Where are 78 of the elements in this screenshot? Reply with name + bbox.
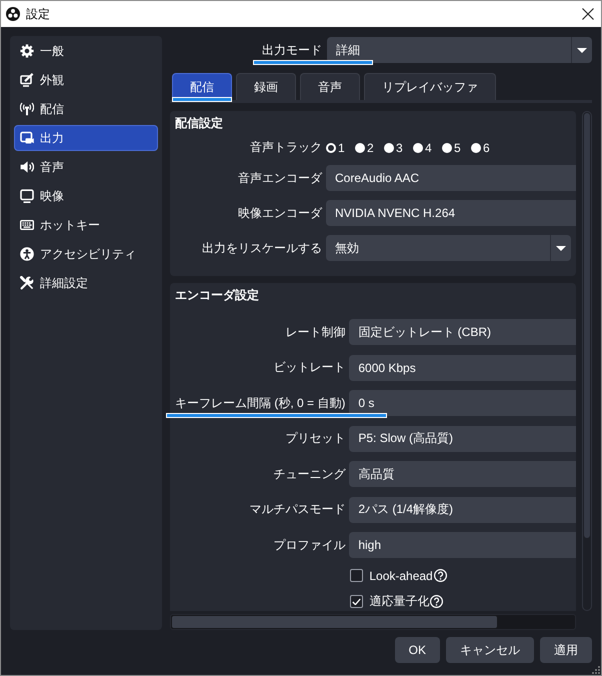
- input-field[interactable]: 2パス (1/4解像度): [349, 496, 576, 522]
- sidebar-item[interactable]: ホットキー: [14, 212, 158, 238]
- input-field[interactable]: P5: Slow (高品質): [349, 426, 576, 452]
- sidebar-item[interactable]: 詳細設定: [14, 270, 158, 296]
- field-label: プロファイル: [272, 536, 346, 554]
- tab[interactable]: リプレイバッファ: [364, 73, 496, 100]
- speaker-icon: [20, 160, 34, 174]
- tools-icon: [20, 276, 34, 290]
- field-label: チューニング: [272, 466, 346, 482]
- field-label: レート制御: [284, 324, 346, 340]
- accessibility-icon: [20, 247, 34, 261]
- field-label: ビットレート: [272, 359, 346, 376]
- caret-icon: [577, 48, 587, 52]
- dialog-button[interactable]: 適用: [540, 637, 592, 663]
- sidebar-item[interactable]: 音声: [14, 154, 158, 180]
- gear-icon: [20, 44, 34, 58]
- radio-label: 2: [367, 140, 374, 154]
- output-mode-dropdown[interactable]: 詳細: [327, 37, 592, 63]
- vertical-scrollbar[interactable]: [582, 111, 592, 611]
- radio-label: 5: [454, 140, 461, 154]
- radio-label: 3: [396, 140, 403, 154]
- app-logo-icon: [6, 7, 20, 21]
- checkbox-label: Look-ahead: [369, 568, 433, 582]
- scrollbar-thumb[interactable]: [172, 616, 497, 628]
- input-field[interactable]: 固定ビットレート (CBR): [349, 319, 576, 345]
- sidebar-item[interactable]: 出力: [14, 125, 158, 151]
- tab[interactable]: 録画: [236, 73, 296, 100]
- input-field[interactable]: CoreAudio AAC: [326, 165, 576, 191]
- input-field[interactable]: 6000 Kbps: [349, 354, 576, 380]
- tab[interactable]: 音声: [300, 73, 360, 100]
- field-label: 出力をリスケールする: [201, 240, 322, 256]
- checkbox[interactable]: [350, 594, 364, 608]
- radio-label: 1: [338, 140, 345, 154]
- section-title: エンコーダ設定: [175, 287, 260, 303]
- field-label: 出力モード: [261, 42, 322, 58]
- radio-button[interactable]: [326, 142, 336, 152]
- scrollbar-thumb[interactable]: [584, 113, 590, 538]
- close-icon[interactable]: [582, 8, 594, 20]
- radio-label: 4: [425, 140, 432, 154]
- dropdown-field[interactable]: 無効: [326, 235, 571, 261]
- radio-button[interactable]: [471, 142, 481, 152]
- radio-button[interactable]: [384, 142, 394, 152]
- input-field[interactable]: NVIDIA NVENC H.264: [326, 200, 576, 226]
- dialog-button[interactable]: キャンセル: [446, 637, 534, 663]
- window-title: 設定: [26, 6, 50, 22]
- checkbox-label: 適応量子化: [369, 592, 430, 610]
- antenna-icon: [20, 102, 34, 116]
- monitor-pencil-icon: [20, 73, 34, 87]
- help-icon[interactable]: [430, 594, 444, 608]
- radio-button[interactable]: [442, 142, 452, 152]
- field-label: キーフレーム間隔 (秒, 0 = 自動): [175, 394, 346, 412]
- field-label: 音声エンコーダ: [237, 170, 322, 186]
- monitor-icon: [20, 189, 34, 203]
- sidebar-item[interactable]: 外観: [14, 67, 158, 93]
- radio-label: 6: [483, 140, 490, 154]
- field-label: 映像エンコーダ: [237, 204, 322, 222]
- field-label: プリセット: [284, 430, 346, 447]
- section-title: 配信設定: [175, 115, 224, 131]
- field-label: マルチパスモード: [248, 501, 346, 518]
- caret-icon: [556, 246, 566, 250]
- radio-button[interactable]: [355, 142, 365, 152]
- help-icon[interactable]: [434, 569, 447, 582]
- checkbox[interactable]: [350, 569, 364, 582]
- radio-button[interactable]: [413, 142, 423, 152]
- screen-camera-icon: [20, 131, 34, 145]
- sidebar-item[interactable]: 配信: [14, 96, 158, 122]
- checkmark-icon: [352, 598, 362, 604]
- sidebar-item[interactable]: アクセシビリティ: [14, 241, 158, 267]
- sidebar-item[interactable]: 映像: [14, 183, 158, 209]
- resize-grip-icon[interactable]: [592, 666, 600, 674]
- input-field[interactable]: high: [349, 532, 576, 558]
- field-label: 音声トラック: [249, 139, 322, 156]
- sidebar-item[interactable]: 一般: [14, 38, 158, 64]
- horizontal-scrollbar[interactable]: [170, 614, 576, 630]
- input-field[interactable]: 高品質: [349, 461, 576, 487]
- input-field[interactable]: 0 s: [349, 390, 576, 416]
- dialog-button[interactable]: OK: [394, 637, 440, 663]
- keyboard-icon: [20, 218, 34, 232]
